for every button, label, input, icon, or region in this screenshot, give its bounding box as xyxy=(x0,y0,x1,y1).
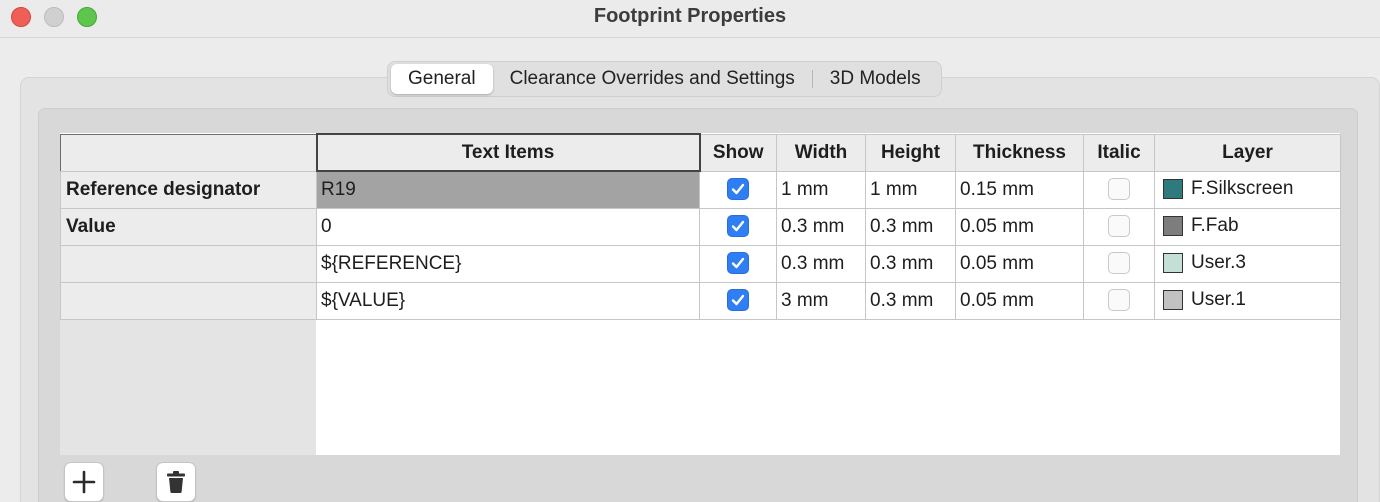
row-label[interactable] xyxy=(60,281,317,320)
row-label[interactable] xyxy=(60,244,317,283)
tab-clearance-overrides[interactable]: Clearance Overrides and Settings xyxy=(493,64,812,94)
thickness-cell[interactable]: 0.05 mm xyxy=(955,244,1084,283)
italic-cell[interactable] xyxy=(1083,244,1155,283)
thickness-cell[interactable]: 0.15 mm xyxy=(955,170,1084,209)
show-cell[interactable] xyxy=(699,281,777,320)
title-bar: Footprint Properties xyxy=(0,0,1380,38)
layer-color-swatch xyxy=(1163,179,1183,200)
column-header-show[interactable]: Show xyxy=(699,133,777,172)
tab-3d-models[interactable]: 3D Models xyxy=(813,64,938,94)
italic-checkbox[interactable] xyxy=(1108,178,1130,201)
layer-cell[interactable]: F.Fab xyxy=(1154,207,1341,246)
show-cell[interactable] xyxy=(699,244,777,283)
text-item-cell[interactable]: ${REFERENCE} xyxy=(316,244,700,283)
layer-cell[interactable]: F.Silkscreen xyxy=(1154,170,1341,209)
show-checkbox[interactable] xyxy=(727,252,749,275)
show-checkbox[interactable] xyxy=(727,178,749,201)
column-header-text-items[interactable]: Text Items xyxy=(315,133,701,172)
plus-icon xyxy=(72,470,96,494)
italic-checkbox[interactable] xyxy=(1108,289,1130,312)
table-row: Reference designator R19 1 mm 1 mm 0.15 … xyxy=(60,170,1341,209)
height-cell[interactable]: 0.3 mm xyxy=(865,244,956,283)
table-row: Value 0 0.3 mm 0.3 mm 0.05 mm F.Fab xyxy=(60,207,1341,246)
layer-name: User.3 xyxy=(1191,252,1246,274)
layer-name: User.1 xyxy=(1191,289,1246,311)
column-header-thickness[interactable]: Thickness xyxy=(955,133,1084,172)
column-header-height[interactable]: Height xyxy=(865,133,956,172)
show-cell[interactable] xyxy=(699,170,777,209)
text-item-cell[interactable]: 0 xyxy=(316,207,700,246)
height-cell[interactable]: 0.3 mm xyxy=(865,281,956,320)
column-header-layer[interactable]: Layer xyxy=(1154,133,1341,172)
show-checkbox[interactable] xyxy=(727,215,749,238)
tab-general[interactable]: General xyxy=(391,64,493,94)
width-cell[interactable]: 3 mm xyxy=(776,281,866,320)
show-checkbox[interactable] xyxy=(727,289,749,312)
row-label[interactable]: Value xyxy=(60,207,317,246)
add-text-item-button[interactable] xyxy=(64,462,104,502)
text-item-cell[interactable]: ${VALUE} xyxy=(316,281,700,320)
thickness-cell[interactable]: 0.05 mm xyxy=(955,281,1084,320)
width-cell[interactable]: 1 mm xyxy=(776,170,866,209)
row-label-gutter xyxy=(60,318,316,455)
width-cell[interactable]: 0.3 mm xyxy=(776,207,866,246)
italic-cell[interactable] xyxy=(1083,281,1155,320)
column-header-italic[interactable]: Italic xyxy=(1083,133,1155,172)
text-items-grid: Text Items Show Width Height Thickness I… xyxy=(60,133,1341,320)
text-item-cell[interactable]: R19 xyxy=(316,170,700,209)
grid-corner xyxy=(60,133,317,172)
tab-bar: General Clearance Overrides and Settings… xyxy=(387,61,942,97)
height-cell[interactable]: 1 mm xyxy=(865,170,956,209)
row-label[interactable]: Reference designator xyxy=(60,170,317,209)
layer-color-swatch xyxy=(1163,290,1183,311)
table-row: ${REFERENCE} 0.3 mm 0.3 mm 0.05 mm User.… xyxy=(60,244,1341,283)
height-cell[interactable]: 0.3 mm xyxy=(865,207,956,246)
layer-color-swatch xyxy=(1163,216,1183,237)
trash-icon xyxy=(167,471,185,493)
layer-cell[interactable]: User.1 xyxy=(1154,281,1341,320)
thickness-cell[interactable]: 0.05 mm xyxy=(955,207,1084,246)
layer-color-swatch xyxy=(1163,253,1183,274)
layer-cell[interactable]: User.3 xyxy=(1154,244,1341,283)
window-title: Footprint Properties xyxy=(593,5,787,27)
italic-cell[interactable] xyxy=(1083,170,1155,209)
show-cell[interactable] xyxy=(699,207,777,246)
italic-checkbox[interactable] xyxy=(1108,252,1130,275)
width-cell[interactable]: 0.3 mm xyxy=(776,244,866,283)
delete-text-item-button[interactable] xyxy=(156,462,196,502)
layer-name: F.Fab xyxy=(1191,215,1239,237)
layer-name: F.Silkscreen xyxy=(1191,178,1294,200)
table-row: ${VALUE} 3 mm 0.3 mm 0.05 mm User.1 xyxy=(60,281,1341,320)
italic-checkbox[interactable] xyxy=(1108,215,1130,238)
column-header-width[interactable]: Width xyxy=(776,133,866,172)
italic-cell[interactable] xyxy=(1083,207,1155,246)
